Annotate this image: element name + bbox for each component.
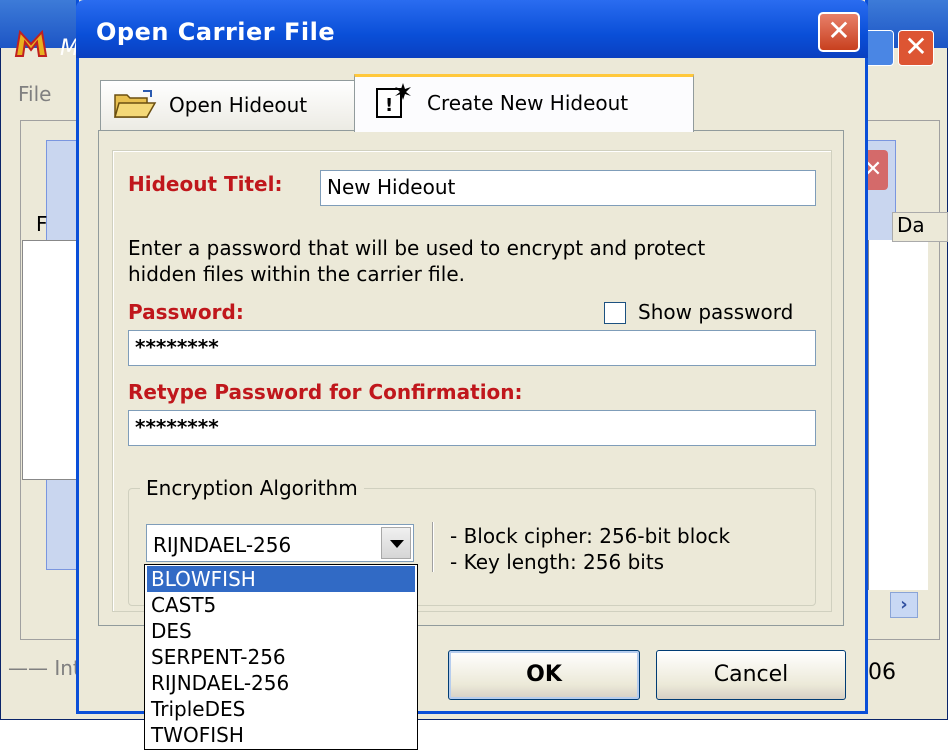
dropdown-option-blowfish[interactable]: BLOWFISH xyxy=(147,566,415,592)
menu-file[interactable]: File xyxy=(18,82,51,106)
encryption-algorithm-dropdown: BLOWFISH CAST5 DES SERPENT-256 RIJNDAEL-… xyxy=(144,564,418,750)
background-column-header: F xyxy=(36,212,48,236)
tab-create-new-hideout-label: Create New Hideout xyxy=(427,91,629,115)
tab-open-hideout[interactable]: Open Hideout xyxy=(100,80,356,130)
dropdown-button[interactable] xyxy=(381,527,411,559)
dropdown-option-rijndael-256[interactable]: RIJNDAEL-256 xyxy=(147,670,415,696)
cancel-button[interactable]: Cancel xyxy=(656,650,846,700)
dialog-close-button[interactable]: ✕ xyxy=(818,12,860,52)
scroll-right-button[interactable]: › xyxy=(890,592,918,618)
encryption-info-line1: - Block cipher: 256-bit block xyxy=(450,524,731,548)
encryption-info-line2: - Key length: 256 bits xyxy=(450,550,665,574)
dropdown-option-cast5[interactable]: CAST5 xyxy=(147,592,415,618)
background-close-button[interactable]: ✕ xyxy=(898,30,934,66)
show-password-checkbox[interactable] xyxy=(604,302,626,324)
tab-create-new-hideout[interactable]: ! Create New Hideout xyxy=(354,74,694,132)
confirm-password-input[interactable]: ******** xyxy=(128,410,816,446)
hideout-title-input[interactable]: New Hideout xyxy=(320,170,816,206)
show-password-label[interactable]: Show password xyxy=(638,300,793,324)
encryption-algorithm-select[interactable]: RIJNDAEL-256 xyxy=(146,524,414,562)
background-status-left: —— Int xyxy=(8,656,81,680)
dropdown-option-des[interactable]: DES xyxy=(147,618,415,644)
svg-text:!: ! xyxy=(385,95,393,116)
dialog-title: Open Carrier File xyxy=(96,18,336,46)
password-label: Password: xyxy=(128,300,244,324)
confirm-password-label: Retype Password for Confirmation: xyxy=(128,380,523,404)
background-list-area xyxy=(22,240,82,480)
dropdown-option-twofish[interactable]: TWOFISH xyxy=(147,722,415,748)
new-document-icon: ! xyxy=(373,81,413,121)
encryption-algorithm-value: RIJNDAEL-256 xyxy=(153,533,292,557)
background-column-header-date[interactable]: Da xyxy=(892,212,948,242)
instruction-text-line1: Enter a password that will be used to en… xyxy=(128,236,706,260)
instruction-text-line2: hidden files within the carrier file. xyxy=(128,262,466,286)
folder-open-icon xyxy=(113,89,157,121)
encryption-group-label: Encryption Algorithm xyxy=(140,476,364,500)
background-list-area-right xyxy=(868,240,928,590)
app-logo-icon xyxy=(14,29,48,58)
password-input[interactable]: ******** xyxy=(128,330,816,366)
dropdown-option-tripledes[interactable]: TripleDES xyxy=(147,696,415,722)
dropdown-option-serpent-256[interactable]: SERPENT-256 xyxy=(147,644,415,670)
chevron-down-icon xyxy=(390,540,404,548)
encryption-info-divider xyxy=(432,522,434,572)
hideout-title-label: Hideout Titel: xyxy=(128,172,283,196)
ok-button[interactable]: OK xyxy=(448,650,640,700)
tab-open-hideout-label: Open Hideout xyxy=(169,93,308,117)
background-status-right: 06 xyxy=(868,660,896,685)
